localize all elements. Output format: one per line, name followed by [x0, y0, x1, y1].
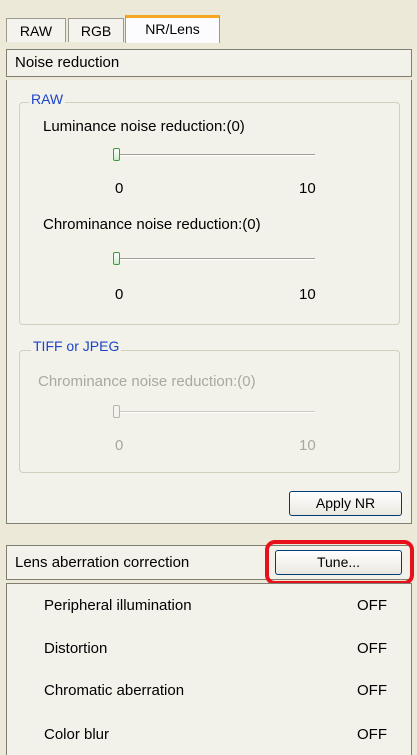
apply-nr-button[interactable]: Apply NR	[289, 491, 402, 516]
chromatic-aberration-label: Chromatic aberration	[44, 682, 185, 699]
color-blur-label: Color blur	[44, 726, 110, 743]
luminance-slider-track[interactable]	[115, 154, 315, 156]
chrominance-tiff-max: 10	[299, 437, 316, 454]
tab-nr-lens[interactable]: NR/Lens	[125, 15, 220, 43]
raw-group-legend: RAW	[29, 91, 66, 107]
chrominance-raw-max: 10	[299, 286, 316, 303]
chrominance-tiff-slider-thumb	[113, 405, 120, 418]
chromatic-aberration-value: OFF	[357, 682, 387, 699]
distortion-value: OFF	[357, 640, 387, 657]
tab-rgb[interactable]: RGB	[68, 18, 124, 42]
chrominance-raw-label: Chrominance noise reduction:(0)	[43, 216, 261, 233]
chrominance-tiff-label: Chrominance noise reduction:(0)	[38, 373, 256, 390]
noise-reduction-header: Noise reduction	[6, 49, 412, 77]
luminance-slider-thumb[interactable]	[113, 148, 120, 161]
chrominance-raw-slider-thumb[interactable]	[113, 252, 120, 265]
luminance-min: 0	[115, 180, 124, 197]
chrominance-tiff-slider-track	[115, 411, 315, 413]
chrominance-raw-slider-track[interactable]	[115, 258, 315, 260]
raw-group	[19, 102, 400, 325]
chrominance-raw-min: 0	[115, 286, 124, 303]
color-blur-value: OFF	[357, 726, 387, 743]
chrominance-tiff-min: 0	[115, 437, 124, 454]
tiff-jpeg-group-legend: TIFF or JPEG	[31, 338, 122, 354]
luminance-label: Luminance noise reduction:(0)	[43, 118, 245, 135]
peripheral-illumination-value: OFF	[357, 597, 387, 614]
distortion-label: Distortion	[44, 640, 108, 657]
noise-reduction-title: Noise reduction	[15, 54, 120, 71]
peripheral-illumination-label: Peripheral illumination	[44, 597, 192, 614]
luminance-max: 10	[299, 180, 316, 197]
lens-aberration-title: Lens aberration correction	[15, 554, 190, 571]
tune-highlight-annotation	[265, 540, 414, 585]
tab-raw[interactable]: RAW	[6, 18, 66, 42]
